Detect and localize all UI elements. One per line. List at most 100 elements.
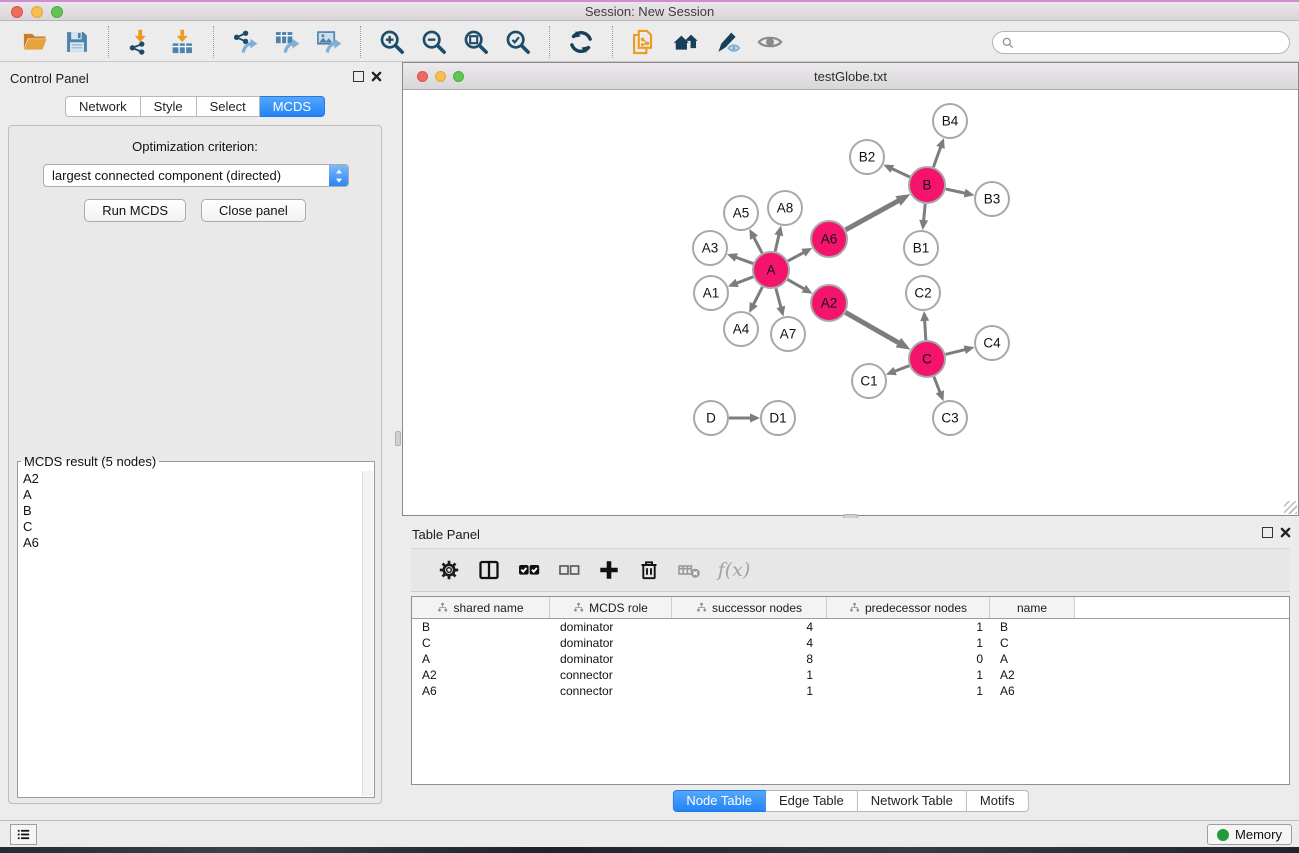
run-mcds-button[interactable]: Run MCDS: [84, 199, 186, 222]
titlebar: Session: New Session: [0, 0, 1299, 21]
home-icon[interactable]: [671, 27, 701, 57]
network-canvas[interactable]: B4B2BB3A8A5A6A3B1AA1C2A2A4A7C4CC1C3DD1: [403, 90, 1298, 515]
edge-A-A7[interactable]: [776, 288, 781, 309]
table-cell: A2: [412, 667, 550, 683]
refresh-icon[interactable]: [566, 27, 596, 57]
table-cell: 4: [672, 619, 827, 635]
export-network-icon[interactable]: [230, 27, 260, 57]
zoom-out-icon[interactable]: [419, 27, 449, 57]
column-header-shared-name[interactable]: shared name: [412, 597, 550, 618]
export-image-icon[interactable]: [314, 27, 344, 57]
result-item[interactable]: A2: [19, 471, 362, 487]
task-history-button[interactable]: [10, 824, 37, 845]
resize-grip[interactable]: [1284, 501, 1297, 514]
float-panel-icon[interactable]: [353, 71, 364, 82]
vertical-splitter-handle[interactable]: [395, 431, 401, 446]
tab-network[interactable]: Network: [65, 96, 141, 117]
edge-A-A2[interactable]: [788, 279, 806, 289]
show-graphics-icon[interactable]: [755, 27, 785, 57]
edge-C-C4[interactable]: [945, 349, 966, 354]
zoom-fit-icon[interactable]: [461, 27, 491, 57]
edge-A-A8[interactable]: [775, 233, 779, 251]
result-item[interactable]: A6: [19, 535, 362, 551]
table-panel: Table Panel f(x) shared nameMCDS rolesuc…: [402, 518, 1299, 820]
deselect-all-icon[interactable]: [556, 557, 582, 583]
tab-node-table[interactable]: Node Table: [672, 790, 766, 812]
graph-node-label: C4: [983, 336, 1001, 351]
mcds-result-title: MCDS result (5 nodes): [21, 454, 159, 469]
graph-node-label: A7: [780, 327, 797, 342]
table-tabs: Node TableEdge TableNetwork TableMotifs: [672, 790, 1028, 812]
edge-C-C3[interactable]: [934, 377, 941, 394]
edge-A-A5[interactable]: [753, 236, 762, 253]
dropdown-stepper-icon: [329, 165, 348, 186]
select-all-icon[interactable]: [516, 557, 542, 583]
column-header-successor-nodes[interactable]: successor nodes: [672, 597, 827, 618]
table-cell: connector: [550, 683, 672, 699]
hierarchy-icon: [437, 602, 448, 613]
optimization-criterion-dropdown[interactable]: largest connected component (directed): [43, 164, 349, 187]
edge-A6-B[interactable]: [846, 200, 900, 230]
tab-network-table[interactable]: Network Table: [858, 790, 967, 812]
edge-B-B1[interactable]: [923, 204, 925, 222]
table-cell: C: [412, 635, 550, 651]
edge-B-B4[interactable]: [933, 145, 941, 167]
zoom-selected-icon[interactable]: [503, 27, 533, 57]
edge-A-A4[interactable]: [753, 287, 763, 306]
tab-mcds[interactable]: MCDS: [260, 96, 325, 117]
close-panel-icon[interactable]: [371, 71, 382, 82]
float-table-panel-icon[interactable]: [1262, 527, 1273, 538]
search-input[interactable]: [1019, 34, 1289, 52]
split-view-icon[interactable]: [476, 557, 502, 583]
column-header-predecessor-nodes[interactable]: predecessor nodes: [827, 597, 990, 618]
toggle-style-icon[interactable]: [713, 27, 743, 57]
edge-arrowhead: [964, 345, 975, 354]
edge-A-A3[interactable]: [734, 257, 753, 264]
import-table-icon[interactable]: [167, 27, 197, 57]
table-row[interactable]: Cdominator41C: [412, 635, 1289, 651]
edge-A-A1[interactable]: [735, 277, 753, 284]
add-column-icon[interactable]: [596, 557, 622, 583]
tab-edge-table[interactable]: Edge Table: [766, 790, 858, 812]
save-session-icon[interactable]: [62, 27, 92, 57]
result-item[interactable]: B: [19, 503, 362, 519]
table-cell: dominator: [550, 619, 672, 635]
tab-style[interactable]: Style: [141, 96, 197, 117]
result-scrollbar[interactable]: [362, 471, 373, 796]
import-network-icon[interactable]: [125, 27, 155, 57]
status-bar: Memory: [0, 820, 1299, 847]
delete-column-icon[interactable]: [636, 557, 662, 583]
table-row[interactable]: Bdominator41B: [412, 619, 1289, 635]
open-session-icon[interactable]: [20, 27, 50, 57]
memory-button[interactable]: Memory: [1207, 824, 1292, 845]
column-header-label: name: [1017, 601, 1047, 615]
edge-A-A6[interactable]: [788, 252, 805, 261]
gear-icon[interactable]: [436, 557, 462, 583]
column-header-MCDS-role[interactable]: MCDS role: [550, 597, 672, 618]
edge-arrowhead: [774, 226, 783, 237]
table-row[interactable]: Adominator80A: [412, 651, 1289, 667]
function-builder-icon[interactable]: f(x): [716, 557, 752, 583]
zoom-in-icon[interactable]: [377, 27, 407, 57]
tab-select[interactable]: Select: [197, 96, 260, 117]
table-cell: 1: [827, 683, 990, 699]
table-panel-title: Table Panel: [412, 527, 480, 542]
duplicate-network-icon[interactable]: [629, 27, 659, 57]
main-toolbar: [0, 23, 1299, 62]
close-panel-button[interactable]: Close panel: [201, 199, 306, 222]
delete-table-icon[interactable]: [676, 557, 702, 583]
column-header-name[interactable]: name: [990, 597, 1075, 618]
result-item[interactable]: C: [19, 519, 362, 535]
edge-B-B3[interactable]: [946, 189, 967, 194]
edge-A2-C[interactable]: [845, 312, 900, 343]
tab-motifs[interactable]: Motifs: [967, 790, 1029, 812]
table-row[interactable]: A2connector11A2: [412, 667, 1289, 683]
edge-B-B2[interactable]: [891, 168, 910, 177]
search-box[interactable]: [992, 31, 1290, 54]
edge-C-C1[interactable]: [893, 366, 909, 372]
export-table-icon[interactable]: [272, 27, 302, 57]
edge-C-C2[interactable]: [925, 319, 926, 340]
table-row[interactable]: A6connector11A6: [412, 683, 1289, 699]
result-item[interactable]: A: [19, 487, 362, 503]
close-table-panel-icon[interactable]: [1280, 527, 1291, 538]
